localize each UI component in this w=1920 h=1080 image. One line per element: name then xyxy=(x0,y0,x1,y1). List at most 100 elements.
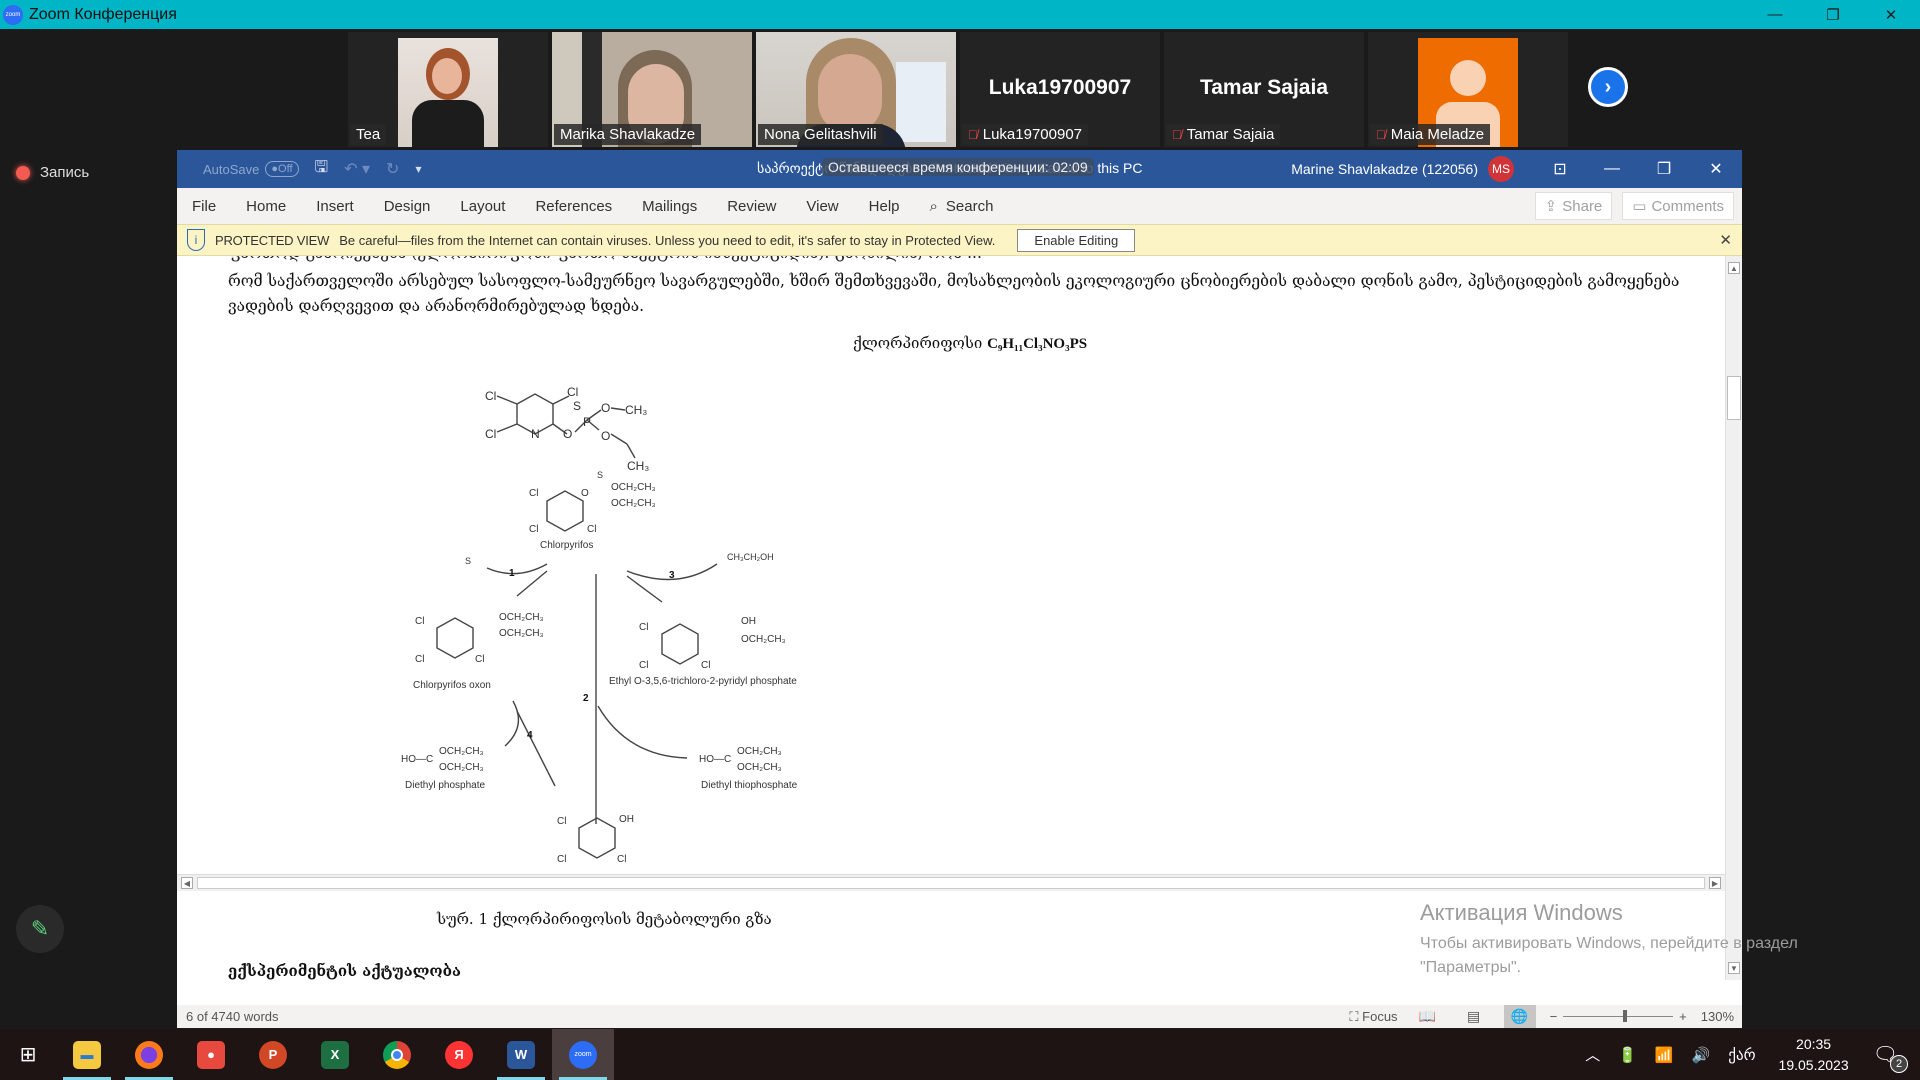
autosave-switch[interactable]: ● Off xyxy=(265,161,299,177)
svg-text:Diethyl phosphate: Diethyl phosphate xyxy=(405,780,485,791)
scroll-left-arrow-icon[interactable]: ◀ xyxy=(181,877,193,889)
diethyl-phosphate-compound: HO—C OCH₂CH₃ OCH₂CH₃ Diethyl phosphate xyxy=(401,746,485,791)
document-canvas[interactable]: ფართოდ გამოიყენება (ქლორპირიფოსი ფართო ს… xyxy=(177,256,1742,980)
restore-button[interactable]: ❐ xyxy=(1804,0,1862,29)
horizontal-scrollbar[interactable]: ◀ ▶ xyxy=(177,874,1725,891)
mic-muted-icon: 🎙̸ xyxy=(1172,127,1182,142)
zoom-in-button[interactable]: + xyxy=(1679,1009,1687,1024)
shield-info-icon: i xyxy=(187,229,205,251)
share-button[interactable]: ⇪ Share xyxy=(1534,192,1613,220)
annotate-button[interactable]: ✎ xyxy=(16,905,64,953)
word-restore-button[interactable]: ❐ xyxy=(1638,150,1690,188)
customize-toolbar-icon[interactable]: ▾ xyxy=(415,162,421,176)
zoom-slider-thumb[interactable] xyxy=(1623,1010,1628,1022)
tab-home[interactable]: Home xyxy=(231,198,301,215)
autosave-toggle[interactable]: AutoSave ● Off xyxy=(203,161,299,177)
print-layout-icon[interactable]: ▤ xyxy=(1458,1005,1490,1028)
system-tray: ︿ 🔋 📶 🔊 ქარ 20:35 19.05.2023 🗨 2 xyxy=(1576,1029,1920,1080)
participant-tile[interactable]: 🎙̸ Maia Meladze xyxy=(1368,32,1568,147)
tab-file[interactable]: File xyxy=(177,198,231,215)
word-count[interactable]: 6 of 4740 words xyxy=(186,1009,279,1024)
close-icon[interactable]: ✕ xyxy=(1719,231,1732,249)
taskbar-word[interactable]: W xyxy=(490,1029,552,1080)
yandex-icon: Я xyxy=(445,1040,473,1069)
scroll-thumb[interactable] xyxy=(1727,376,1741,420)
svg-text:2: 2 xyxy=(583,693,589,704)
word-minimize-button[interactable]: — xyxy=(1586,150,1638,188)
notification-center-button[interactable]: 🗨 2 xyxy=(1873,1042,1908,1073)
participant-tile[interactable]: Luka19700907 🎙̸ Luka19700907 xyxy=(960,32,1160,147)
user-avatar[interactable]: MS xyxy=(1488,156,1514,182)
comment-icon: ▭ xyxy=(1632,198,1647,215)
battery-icon[interactable]: 🔋 xyxy=(1618,1046,1637,1064)
close-button[interactable]: ✕ xyxy=(1862,0,1920,29)
word-close-button[interactable]: ✕ xyxy=(1690,150,1742,188)
taskbar-firefox[interactable] xyxy=(118,1029,180,1080)
save-icon[interactable]: 🖫 xyxy=(315,156,329,183)
zoom-level[interactable]: 130% xyxy=(1701,1009,1734,1024)
participant-tile[interactable]: Marika Shavlakadze xyxy=(552,32,752,147)
excel-icon: X xyxy=(321,1040,349,1069)
zoom-out-button[interactable]: − xyxy=(1550,1009,1558,1024)
svg-text:Cl: Cl xyxy=(485,427,496,441)
svg-text:S: S xyxy=(597,470,603,480)
horizontal-scroll-track[interactable] xyxy=(197,877,1705,889)
start-button[interactable]: ⊞ xyxy=(0,1029,56,1080)
tab-references[interactable]: References xyxy=(520,198,627,215)
clock[interactable]: 20:35 19.05.2023 xyxy=(1779,1034,1849,1076)
svg-text:Diethyl thiophosphate: Diethyl thiophosphate xyxy=(701,780,798,791)
participant-tile[interactable]: Tamar Sajaia 🎙̸ Tamar Sajaia xyxy=(1164,32,1364,147)
status-bar: 6 of 4740 words ⛶ Focus 📖 ▤ 🌐 − + 130% xyxy=(177,1005,1742,1028)
scroll-up-arrow-icon[interactable]: ▲ xyxy=(1728,262,1740,274)
arrow-step-3 xyxy=(626,575,663,603)
window-title: Zoom Конференция xyxy=(29,5,177,23)
zoom-slider[interactable]: − + xyxy=(1550,1009,1687,1024)
ribbon-display-options-icon[interactable]: ⊡ xyxy=(1534,150,1586,188)
taskbar: ⊞ ▬ ● P X Я W zoom ︿ 🔋 📶 🔊 ქარ 20:35 19.… xyxy=(0,1029,1920,1080)
comments-button[interactable]: ▭ Comments xyxy=(1622,192,1734,220)
language-indicator[interactable]: ქარ xyxy=(1728,1046,1755,1064)
pencil-icon: ✎ xyxy=(30,916,50,941)
participant-name-label: 🎙̸ Maia Meladze xyxy=(1370,124,1491,145)
taskbar-file-explorer[interactable]: ▬ xyxy=(56,1029,118,1080)
volume-icon[interactable]: 🔊 xyxy=(1692,1046,1711,1064)
svg-text:Cl: Cl xyxy=(587,524,596,535)
search-box[interactable]: ⌕ Search xyxy=(915,198,1009,215)
enable-editing-button[interactable]: Enable Editing xyxy=(1017,228,1136,252)
participant-tile-active-speaker[interactable]: Nona Gelitashvili xyxy=(756,32,956,147)
tab-review[interactable]: Review xyxy=(712,198,791,215)
undo-icon[interactable]: ↶ ▾ xyxy=(344,159,370,179)
word-window: AutoSave ● Off 🖫 ↶ ▾ ↻ ▾ საპროექტო წინად… xyxy=(177,150,1742,1028)
tab-layout[interactable]: Layout xyxy=(445,198,520,215)
tab-view[interactable]: View xyxy=(791,198,853,215)
ethyl-trichloropyridyl-phosphate-compound: Cl Cl Cl OH OCH₂CH₃ Ethyl O-3,5,6-trichl… xyxy=(609,616,797,687)
user-name[interactable]: Marine Shavlakadze (122056) xyxy=(1291,161,1478,177)
read-mode-icon[interactable]: 📖 xyxy=(1412,1005,1444,1028)
recording-indicator[interactable]: Запись xyxy=(16,164,89,181)
focus-button[interactable]: ⛶ Focus xyxy=(1349,1009,1397,1025)
word-title-bar: AutoSave ● Off 🖫 ↶ ▾ ↻ ▾ საპროექტო წინად… xyxy=(177,150,1742,188)
zoom-slider-track[interactable] xyxy=(1563,1010,1674,1022)
next-page-button[interactable]: › xyxy=(1588,67,1628,107)
scroll-right-arrow-icon[interactable]: ▶ xyxy=(1709,877,1721,889)
vertical-scrollbar[interactable]: ▲ ▼ xyxy=(1725,256,1742,980)
tab-insert[interactable]: Insert xyxy=(301,198,369,215)
taskbar-recorder[interactable]: ● xyxy=(180,1029,242,1080)
svg-text:Cl: Cl xyxy=(485,389,496,403)
tab-design[interactable]: Design xyxy=(369,198,446,215)
web-layout-icon[interactable]: 🌐 xyxy=(1503,1005,1536,1028)
taskbar-yandex[interactable]: Я xyxy=(428,1029,490,1080)
wifi-icon[interactable]: 📶 xyxy=(1655,1046,1674,1064)
svg-text:Ethyl O-3,5,6-trichloro-2-pyri: Ethyl O-3,5,6-trichloro-2-pyridyl phosph… xyxy=(609,676,797,687)
minimize-button[interactable]: — xyxy=(1746,0,1804,29)
tab-help[interactable]: Help xyxy=(854,198,915,215)
tab-mailings[interactable]: Mailings xyxy=(627,198,712,215)
taskbar-zoom[interactable]: zoom xyxy=(552,1029,614,1080)
taskbar-excel[interactable]: X xyxy=(304,1029,366,1080)
taskbar-chrome[interactable] xyxy=(366,1029,428,1080)
svg-text:Cl: Cl xyxy=(557,816,566,827)
taskbar-powerpoint[interactable]: P xyxy=(242,1029,304,1080)
participant-tile[interactable]: Tea xyxy=(348,32,548,147)
redo-icon[interactable]: ↻ xyxy=(386,159,399,179)
chevron-up-icon[interactable]: ︿ xyxy=(1585,1044,1600,1065)
